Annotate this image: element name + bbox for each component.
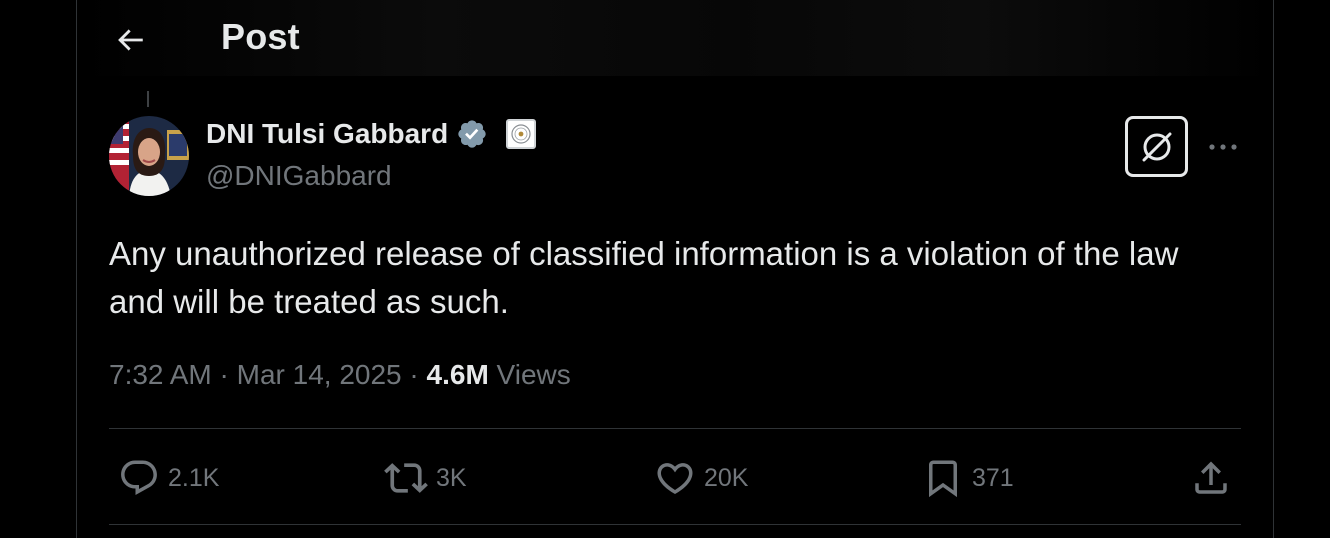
repost-icon bbox=[384, 463, 428, 493]
more-icon bbox=[1209, 144, 1237, 150]
meta-separator: · bbox=[409, 359, 419, 390]
views-count: 4.6M bbox=[426, 359, 489, 390]
author-name[interactable]: DNI Tulsi Gabbard bbox=[206, 118, 448, 150]
thread-line bbox=[147, 91, 149, 107]
post-text: Any unauthorized release of classified i… bbox=[109, 235, 1179, 320]
divider bbox=[109, 524, 1241, 525]
grok-icon bbox=[1142, 132, 1171, 161]
repost-count: 3K bbox=[436, 463, 467, 492]
grok-button[interactable] bbox=[1125, 116, 1188, 177]
like-button[interactable]: 20K bbox=[654, 456, 748, 500]
bookmark-count: 371 bbox=[972, 463, 1014, 492]
affiliation-badge-icon[interactable] bbox=[506, 119, 537, 149]
divider bbox=[109, 428, 1241, 429]
more-options-button[interactable] bbox=[1203, 130, 1243, 164]
repost-button[interactable]: 3K bbox=[384, 456, 467, 500]
verified-badge-icon[interactable] bbox=[456, 118, 488, 150]
post-time[interactable]: 7:32 AM bbox=[109, 359, 212, 391]
back-button[interactable] bbox=[110, 20, 150, 60]
author-handle[interactable]: @DNIGabbard bbox=[206, 160, 392, 192]
share-button[interactable] bbox=[1190, 456, 1232, 500]
avatar[interactable] bbox=[109, 116, 189, 196]
like-count: 20K bbox=[704, 463, 749, 492]
bookmark-button[interactable]: 371 bbox=[922, 456, 1014, 500]
like-icon bbox=[657, 463, 693, 495]
share-icon bbox=[1195, 461, 1227, 494]
post-date[interactable]: Mar 14, 2025 bbox=[237, 359, 402, 391]
post-meta: 7:32 AM · Mar 14, 2025 · 4.6M Views bbox=[109, 359, 571, 391]
meta-separator: · bbox=[219, 359, 229, 390]
bookmark-icon bbox=[929, 460, 957, 498]
page-title: Post bbox=[221, 16, 300, 57]
back-arrow-icon bbox=[118, 29, 143, 51]
reply-button[interactable]: 2.1K bbox=[118, 456, 219, 500]
reply-count: 2.1K bbox=[168, 463, 220, 492]
avatar-image bbox=[109, 116, 189, 196]
reply-icon bbox=[121, 460, 157, 495]
views-label: Views bbox=[496, 359, 571, 390]
action-bar: 2.1K 3K 20K 371 bbox=[0, 450, 1330, 510]
